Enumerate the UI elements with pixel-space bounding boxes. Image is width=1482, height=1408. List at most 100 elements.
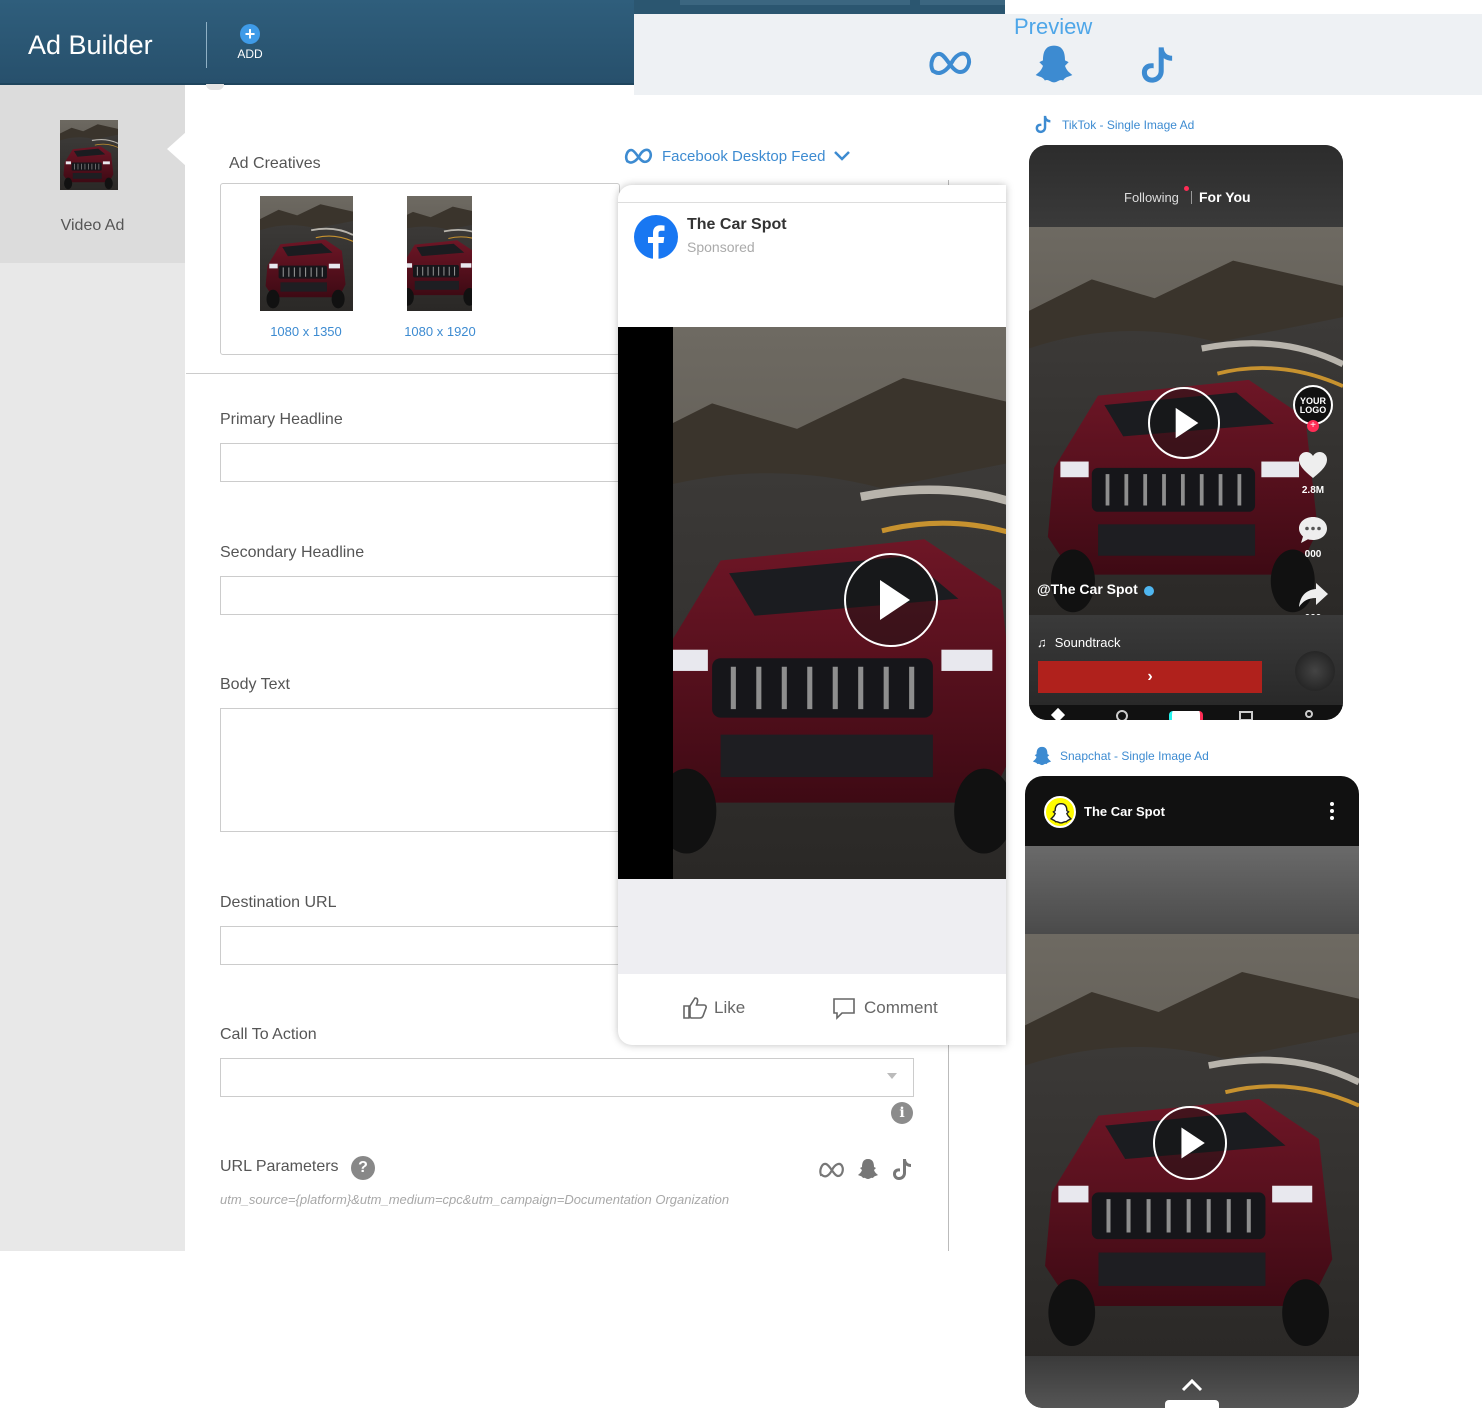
verified-badge-icon <box>1144 586 1154 596</box>
tiktok-cta-button[interactable]: › <box>1038 661 1262 693</box>
snapchat-avatar[interactable] <box>1044 796 1076 828</box>
likes-count: 2.8M <box>1301 485 1325 496</box>
snapchat-blur-area <box>1025 846 1359 936</box>
logo-text: LOGO <box>1299 405 1327 415</box>
swipe-up-handle[interactable] <box>1165 1400 1219 1408</box>
snapchat-label-text: Snapchat - Single Image Ad <box>1060 749 1209 763</box>
primary-headline-label: Primary Headline <box>220 411 343 428</box>
preview-title: Preview <box>1014 14 1093 39</box>
tiktok-icon[interactable] <box>891 1157 913 1182</box>
play-button[interactable] <box>1153 1106 1227 1180</box>
like-button[interactable]: Like <box>682 996 745 1020</box>
card-top-line <box>618 202 1006 203</box>
ad-creatives-label: Ad Creatives <box>229 155 321 172</box>
create-icon[interactable] <box>1169 711 1203 720</box>
tiktok-icon[interactable] <box>1138 44 1176 86</box>
chevron-down-icon <box>834 151 851 161</box>
snapchat-icon <box>1032 746 1052 766</box>
comment-icon <box>833 998 855 1020</box>
sidebar-item-label: Video Ad <box>60 217 125 234</box>
sidebar-item-video-ad[interactable]: Video Ad <box>0 85 185 263</box>
secondary-headline-label: Secondary Headline <box>220 544 365 561</box>
secondary-headline-input[interactable] <box>220 576 640 615</box>
search-icon[interactable] <box>1116 710 1128 720</box>
tab-following[interactable]: Following <box>1124 190 1179 205</box>
profile-icon[interactable] <box>1305 710 1313 718</box>
music-disc-icon[interactable] <box>1295 651 1335 691</box>
play-button[interactable] <box>1148 387 1220 459</box>
play-button[interactable] <box>844 553 938 647</box>
facebook-placement-label: Facebook Desktop Feed <box>662 147 826 165</box>
heart-icon[interactable] <box>1298 451 1328 479</box>
snapchat-icon[interactable] <box>1033 42 1075 86</box>
play-icon <box>880 580 910 620</box>
like-label: Like <box>714 998 746 1017</box>
comment-button[interactable]: Comment <box>832 996 938 1020</box>
call-to-action-label: Call To Action <box>220 1026 317 1043</box>
snapchat-icon[interactable] <box>857 1157 879 1181</box>
preview-top-gap <box>1005 0 1482 14</box>
call-to-action-select[interactable] <box>220 1058 914 1097</box>
top-tab-marker <box>680 0 910 5</box>
plus-icon: + <box>240 24 260 44</box>
tiktok-icon <box>1035 115 1051 134</box>
soundtrack-label: Soundtrack <box>1054 635 1121 650</box>
app-header: Ad Builder + ADD <box>0 0 634 85</box>
music-note-icon: ♫ <box>1037 635 1047 650</box>
comment-icon[interactable] <box>1297 515 1329 545</box>
url-parameters-value: utm_source={platform}&utm_medium=cpc&utm… <box>220 1192 730 1207</box>
header-divider <box>206 22 207 68</box>
snapchat-ghost-icon <box>1049 802 1073 824</box>
destination-url-input[interactable] <box>220 926 640 965</box>
meta-icon <box>624 148 653 164</box>
notification-dot <box>1184 186 1189 191</box>
car-image <box>673 327 1006 879</box>
info-icon[interactable]: i <box>891 1102 913 1124</box>
app-title: Ad Builder <box>28 30 153 60</box>
facebook-logo-icon <box>634 215 678 259</box>
add-button[interactable]: + ADD <box>232 24 268 61</box>
section-divider <box>186 373 626 374</box>
tiktok-label-text: TikTok - Single Image Ad <box>1062 117 1195 132</box>
play-icon <box>1175 407 1199 439</box>
meta-icon[interactable] <box>928 48 974 78</box>
facebook-placement-dropdown[interactable]: Facebook Desktop Feed <box>624 146 851 166</box>
snapchat-preview-label: Snapchat - Single Image Ad <box>1032 745 1209 767</box>
tab-for-you[interactable]: For You <box>1199 189 1251 205</box>
chevron-down-icon <box>887 1073 897 1079</box>
facebook-ad-footer <box>618 879 1006 974</box>
help-icon[interactable]: ? <box>351 1156 375 1180</box>
facebook-page-name: The Car Spot <box>687 216 787 233</box>
meta-icon[interactable] <box>818 1160 846 1180</box>
facebook-ad-video[interactable] <box>618 327 1006 879</box>
chevron-up-icon[interactable] <box>1180 1378 1204 1392</box>
comments-count: 000 <box>1304 549 1322 560</box>
more-options-icon[interactable] <box>1330 802 1336 820</box>
inbox-icon[interactable] <box>1239 711 1253 720</box>
soundtrack-row[interactable]: ♫ Soundtrack <box>1037 635 1121 650</box>
body-text-label: Body Text <box>220 676 290 693</box>
tab-separator <box>1191 191 1192 204</box>
url-parameters-label: URL Parameters <box>220 1158 339 1175</box>
selected-pointer <box>167 132 186 166</box>
snapchat-account-name: The Car Spot <box>1084 804 1165 819</box>
thumbs-up-icon <box>683 997 707 1019</box>
video-ad-thumbnail <box>60 120 118 190</box>
brand-logo-avatar[interactable]: YOUR LOGO <box>1293 385 1333 425</box>
primary-headline-input[interactable] <box>220 443 640 482</box>
share-icon[interactable] <box>1297 581 1329 609</box>
play-icon <box>1181 1127 1205 1159</box>
tiktok-handle[interactable]: @The Car Spot <box>1037 581 1138 597</box>
top-tab-marker <box>920 0 1005 5</box>
follow-plus-icon[interactable]: + <box>1307 420 1319 432</box>
creative-size-label: 1080 x 1350 <box>270 324 342 339</box>
destination-url-label: Destination URL <box>220 894 337 911</box>
snapchat-phone-preview: The Car Spot <box>1025 776 1359 1408</box>
creative-size-label: 1080 x 1920 <box>404 324 476 339</box>
comment-label: Comment <box>864 998 938 1017</box>
tiktok-phone-preview: Following For You YOUR LOGO + 2.8M 000 0… <box>1029 145 1343 720</box>
add-label: ADD <box>237 47 263 61</box>
body-text-textarea[interactable] <box>220 708 640 832</box>
creative-thumbnail-1080x1350[interactable] <box>260 196 353 311</box>
creative-thumbnail-1080x1920[interactable] <box>407 196 472 311</box>
